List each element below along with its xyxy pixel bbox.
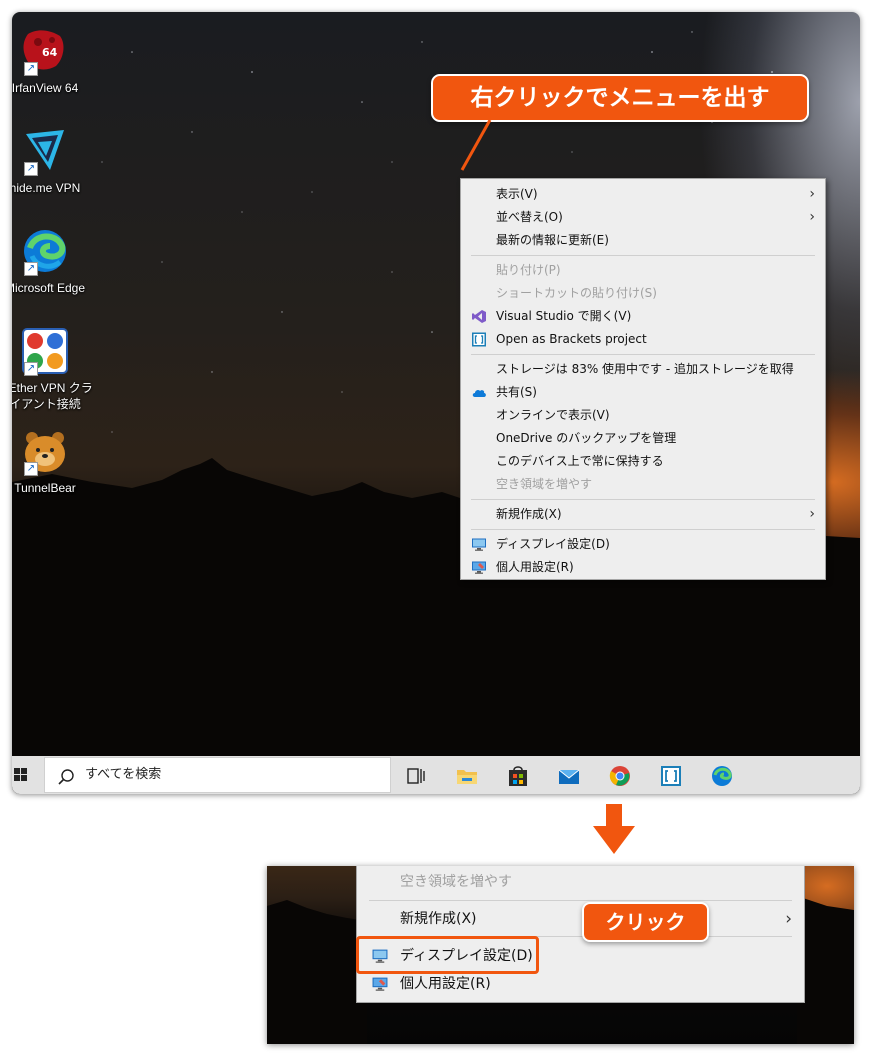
menu-item-open-visual-studio[interactable]: Visual Studio で開く(V) <box>461 305 825 328</box>
menu-item-label: 新規作成(X) <box>400 911 477 927</box>
desktop-icon-label: Microsoft Edge <box>12 281 86 295</box>
zoomed-context-menu: 空き領域を増やす 新規作成(X) › ディスプレイ設定(D) 個人用設定(R) <box>356 866 805 1003</box>
menu-item-onedrive-backup[interactable]: OneDrive のバックアップを管理 <box>461 427 825 450</box>
desktop-icon-softether-vpn[interactable]: ↗ ftEther VPN クラ イアント接続 <box>12 326 93 412</box>
menu-item-personalize[interactable]: 個人用設定(R) <box>357 970 804 998</box>
menu-item-label: オンラインで表示(V) <box>496 408 610 422</box>
edge-icon[interactable] <box>710 764 734 788</box>
mail-icon[interactable] <box>557 764 581 788</box>
shortcut-arrow-icon: ↗ <box>24 62 38 76</box>
menu-separator <box>471 529 815 530</box>
menu-item-paste: 貼り付け(P) <box>461 259 825 282</box>
desktop-icon-label-line1: ftEther VPN クラ <box>12 381 93 395</box>
menu-item-share[interactable]: 共有(S) <box>461 381 825 404</box>
menu-item-label: OneDrive のバックアップを管理 <box>496 431 677 445</box>
annotation-callout-click: クリック <box>582 902 709 942</box>
menu-item-label: 空き領域を増やす <box>400 874 512 890</box>
file-explorer-icon[interactable] <box>455 764 479 788</box>
menu-item-label: このデバイス上で常に保持する <box>496 454 664 468</box>
desktop-icon-label: hide.me VPN <box>12 181 81 195</box>
chevron-right-icon: › <box>809 186 815 202</box>
menu-separator <box>471 255 815 256</box>
personalize-icon <box>472 561 486 574</box>
desktop-context-menu: 表示(V) › 並べ替え(O) › 最新の情報に更新(E) 貼り付け(P) ショ… <box>460 178 826 580</box>
menu-item-label: 個人用設定(R) <box>400 976 491 992</box>
menu-item-label: 個人用設定(R) <box>496 560 574 574</box>
menu-item-view[interactable]: 表示(V) › <box>461 183 825 206</box>
menu-item-paste-shortcut: ショートカットの貼り付け(S) <box>461 282 825 305</box>
menu-item-free-up-space: 空き領域を増やす <box>357 868 804 896</box>
task-view-icon[interactable] <box>405 764 429 788</box>
menu-item-label: 並べ替え(O) <box>496 210 563 224</box>
menu-item-new[interactable]: 新規作成(X) › <box>461 503 825 526</box>
chevron-right-icon: › <box>785 909 792 929</box>
chevron-right-icon: › <box>809 506 815 522</box>
menu-item-storage-status[interactable]: ストレージは 83% 使用中です - 追加ストレージを取得 <box>461 358 825 381</box>
shortcut-arrow-icon: ↗ <box>24 262 38 276</box>
taskbar-search-box[interactable]: すべてを検索 <box>44 757 391 793</box>
menu-item-label: Visual Studio で開く(V) <box>496 309 632 323</box>
shortcut-arrow-icon: ↗ <box>24 462 38 476</box>
menu-item-label: 共有(S) <box>496 385 537 399</box>
shortcut-arrow-icon: ↗ <box>24 162 38 176</box>
menu-item-new[interactable]: 新規作成(X) › <box>357 905 804 933</box>
desktop-icon-label: TunnelBear <box>14 481 76 495</box>
chevron-right-icon: › <box>809 209 815 225</box>
menu-item-view-online[interactable]: オンラインで表示(V) <box>461 404 825 427</box>
search-icon <box>58 769 74 785</box>
menu-separator <box>471 354 815 355</box>
shortcut-arrow-icon: ↗ <box>24 362 38 376</box>
menu-separator <box>471 499 815 500</box>
desktop-screenshot: 64 ↗ IrfanView 64 ↗ hide.me VPN ↗ Micros… <box>12 12 860 794</box>
desktop-icon-microsoft-edge[interactable]: ↗ Microsoft Edge <box>12 226 88 296</box>
menu-item-label: 新規作成(X) <box>496 507 562 521</box>
menu-item-label: 表示(V) <box>496 187 538 201</box>
menu-item-label: ショートカットの貼り付け(S) <box>496 286 657 300</box>
brackets-icon[interactable] <box>659 764 683 788</box>
desktop-icon-irfanview[interactable]: 64 ↗ IrfanView 64 <box>12 26 88 96</box>
windows-start-icon[interactable] <box>12 756 42 794</box>
search-placeholder: すべてを検索 <box>85 767 162 782</box>
menu-item-display-settings[interactable]: ディスプレイ設定(D) <box>461 533 825 556</box>
zoomed-menu-crop: 空き領域を増やす 新規作成(X) › ディスプレイ設定(D) 個人用設定(R) <box>267 866 854 1044</box>
menu-item-refresh[interactable]: 最新の情報に更新(E) <box>461 229 825 252</box>
desktop-icon-label-line2: イアント接続 <box>12 397 81 411</box>
menu-item-free-up-space: 空き領域を増やす <box>461 473 825 496</box>
desktop-icon-label: IrfanView 64 <box>12 81 79 95</box>
annotation-callout-right-click: 右クリックでメニューを出す <box>431 74 809 122</box>
menu-item-open-brackets[interactable]: Open as Brackets project <box>461 328 825 351</box>
menu-item-label: 貼り付け(P) <box>496 263 561 277</box>
menu-item-label: ストレージは 83% 使用中です - 追加ストレージを取得 <box>496 362 794 376</box>
menu-item-label: 空き領域を増やす <box>496 477 593 491</box>
personalize-icon <box>372 977 388 991</box>
irfanview-badge: 64 <box>42 46 58 59</box>
visual-studio-icon <box>472 310 486 323</box>
brackets-icon <box>472 332 486 347</box>
menu-item-label: 最新の情報に更新(E) <box>496 233 609 247</box>
taskbar: すべてを検索 <box>12 756 860 794</box>
display-settings-highlight <box>356 936 539 974</box>
menu-separator <box>369 900 792 901</box>
store-icon[interactable] <box>506 764 530 788</box>
display-settings-icon <box>472 538 486 551</box>
menu-item-label: Open as Brackets project <box>496 332 647 346</box>
onedrive-cloud-icon <box>472 389 486 397</box>
menu-item-personalize[interactable]: 個人用設定(R) <box>461 556 825 579</box>
desktop-icon-tunnelbear[interactable]: ↗ TunnelBear <box>12 426 88 496</box>
desktop-icon-hideme-vpn[interactable]: ↗ hide.me VPN <box>12 126 88 196</box>
menu-item-keep-on-device[interactable]: このデバイス上で常に保持する <box>461 450 825 473</box>
menu-item-label: ディスプレイ設定(D) <box>496 537 610 551</box>
menu-item-sort[interactable]: 並べ替え(O) › <box>461 206 825 229</box>
down-arrow-icon <box>593 804 635 854</box>
chrome-icon[interactable] <box>608 764 632 788</box>
